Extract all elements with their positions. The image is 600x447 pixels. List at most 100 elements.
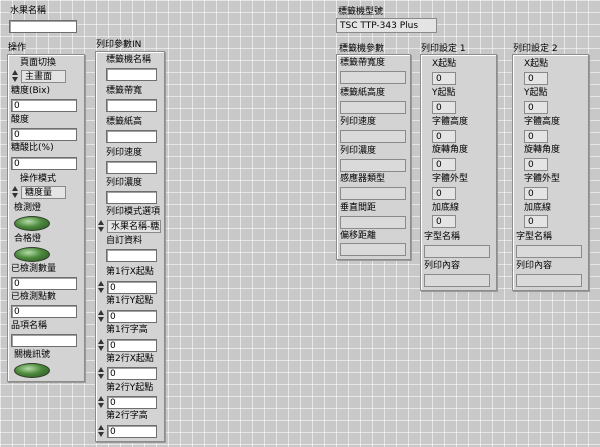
lp-sensor-display xyxy=(340,187,406,200)
lp-speed-display xyxy=(340,130,406,143)
line1-y-label: 第1行Y起點 xyxy=(106,296,154,306)
item-name-field[interactable] xyxy=(11,334,77,347)
line2-x-field[interactable]: 0 xyxy=(107,367,157,380)
pass-led xyxy=(14,247,50,262)
line2-height-field[interactable]: 0 xyxy=(107,425,157,438)
custom-data-label: 自訂資料 xyxy=(106,236,143,246)
line2-y-label: 第2行Y起點 xyxy=(106,383,154,393)
lp-height-display xyxy=(340,101,406,114)
lp-offset-display xyxy=(340,243,406,256)
ps2-font-style-label: 字體外型 xyxy=(524,174,561,184)
label-height-field[interactable] xyxy=(106,130,157,143)
ps1-print-content-display xyxy=(424,274,490,287)
ps1-underline-display: 0 xyxy=(432,215,456,228)
line1-y-spinner[interactable] xyxy=(98,310,105,323)
label-machine-name-field[interactable] xyxy=(106,68,157,81)
ps2-underline-label: 加底線 xyxy=(524,203,552,213)
lp-offset-label: 偏移距離 xyxy=(340,231,377,241)
ps2-y-label: Y起點 xyxy=(524,88,548,98)
pass-led-label: 合格燈 xyxy=(14,234,42,244)
mode-spinner[interactable] xyxy=(12,186,19,199)
page-switch-label: 頁面切換 xyxy=(20,58,57,68)
acid-field[interactable]: 0 xyxy=(11,128,77,141)
line1-height-spinner[interactable] xyxy=(98,339,105,352)
line1-x-field[interactable]: 0 xyxy=(107,281,157,294)
page-switch-ring[interactable]: 主畫面 xyxy=(21,70,66,83)
ps2-font-height-label: 字體高度 xyxy=(524,117,561,127)
printer-model-label: 標籤機型號 xyxy=(338,7,384,17)
ratio-label: 糖酸比(%) xyxy=(11,143,54,153)
detected-count-field[interactable]: 0 xyxy=(11,277,77,290)
detect-led-label: 檢測燈 xyxy=(14,203,42,213)
ps2-font-name-display xyxy=(516,245,582,258)
line1-y-field[interactable]: 0 xyxy=(107,310,157,323)
line2-height-spinner[interactable] xyxy=(98,425,105,438)
print-speed-field[interactable] xyxy=(106,161,157,174)
detected-points-field[interactable]: 0 xyxy=(11,305,77,318)
ps1-underline-label: 加底線 xyxy=(432,203,460,213)
ps1-y-display: 0 xyxy=(432,101,456,114)
fruit-name-field[interactable] xyxy=(9,20,77,33)
brix-label: 糖度(Bix) xyxy=(11,86,51,96)
print-speed-label: 列印速度 xyxy=(106,148,143,158)
ps2-rotation-label: 旋轉角度 xyxy=(524,145,561,155)
item-name-label: 品項名稱 xyxy=(11,321,48,331)
line2-x-spinner[interactable] xyxy=(98,367,105,380)
detected-points-label: 已檢測點數 xyxy=(11,292,57,302)
line1-height-label: 第1行字高 xyxy=(106,325,148,335)
label-height-label: 標籤紙高 xyxy=(106,117,143,127)
ps2-rotation-display: 0 xyxy=(524,158,548,171)
acid-label: 酸度 xyxy=(11,115,30,125)
ps1-font-name-label: 字型名稱 xyxy=(424,232,461,242)
detect-led xyxy=(14,216,50,231)
detected-count-label: 已檢測數量 xyxy=(11,264,57,274)
lp-sensor-label: 感應器類型 xyxy=(340,174,386,184)
print-mode-spinner[interactable] xyxy=(98,220,105,233)
ps1-font-height-label: 字體高度 xyxy=(432,117,469,127)
ps2-print-content-label: 列印內容 xyxy=(516,261,553,271)
shutdown-label: 關機訊號 xyxy=(14,350,51,360)
ps1-font-style-display: 0 xyxy=(432,187,456,200)
custom-data-field[interactable] xyxy=(106,249,157,262)
mode-ring[interactable]: 糖度量 xyxy=(21,186,66,199)
lp-gap-label: 垂直間距 xyxy=(340,203,377,213)
ps2-x-display: 0 xyxy=(524,72,548,85)
lp-density-display xyxy=(340,159,406,172)
shutdown-led xyxy=(14,363,50,378)
printer-model-display: TSC TTP-343 Plus xyxy=(336,18,437,33)
line2-y-field[interactable]: 0 xyxy=(107,396,157,409)
ps2-underline-display: 0 xyxy=(524,215,548,228)
page-switch-spinner[interactable] xyxy=(12,70,19,83)
label-params-panel xyxy=(336,54,411,260)
ps2-font-style-display: 0 xyxy=(524,187,548,200)
line1-height-field[interactable]: 0 xyxy=(107,339,157,352)
label-width-label: 標籤帶寬 xyxy=(106,86,143,96)
line1-x-spinner[interactable] xyxy=(98,281,105,294)
lp-width-label: 標籤帶寬度 xyxy=(340,58,386,68)
lp-width-display xyxy=(340,71,406,84)
print-params-title: 列印參數IN xyxy=(96,40,142,50)
lp-height-label: 標籤紙高度 xyxy=(340,88,386,98)
brix-field[interactable]: 0 xyxy=(11,99,77,112)
ps2-font-name-label: 字型名稱 xyxy=(516,232,553,242)
lp-speed-label: 列印速度 xyxy=(340,117,377,127)
print-mode-ring[interactable]: 水果名稱-糖度資料 xyxy=(107,220,161,233)
ps1-font-height-display: 0 xyxy=(432,130,456,143)
line2-x-label: 第2行X起點 xyxy=(106,354,154,364)
line2-height-label: 第2行字高 xyxy=(106,411,148,421)
print-density-field[interactable] xyxy=(106,191,157,204)
print-mode-label: 列印模式選項 xyxy=(106,207,161,217)
ratio-field[interactable]: 0 xyxy=(11,157,77,170)
label-machine-name-label: 標籤機名稱 xyxy=(106,55,152,65)
ps1-rotation-label: 旋轉角度 xyxy=(432,145,469,155)
lp-density-label: 列印濃度 xyxy=(340,146,377,156)
ps2-y-display: 0 xyxy=(524,101,548,114)
ps2-x-label: X起點 xyxy=(524,59,549,69)
line2-y-spinner[interactable] xyxy=(98,396,105,409)
ps1-x-label: X起點 xyxy=(432,59,457,69)
operation-title: 操作 xyxy=(8,43,27,53)
label-width-field[interactable] xyxy=(106,99,157,112)
ps1-y-label: Y起點 xyxy=(432,88,456,98)
ps2-font-height-display: 0 xyxy=(524,130,548,143)
ps1-x-display: 0 xyxy=(432,72,456,85)
